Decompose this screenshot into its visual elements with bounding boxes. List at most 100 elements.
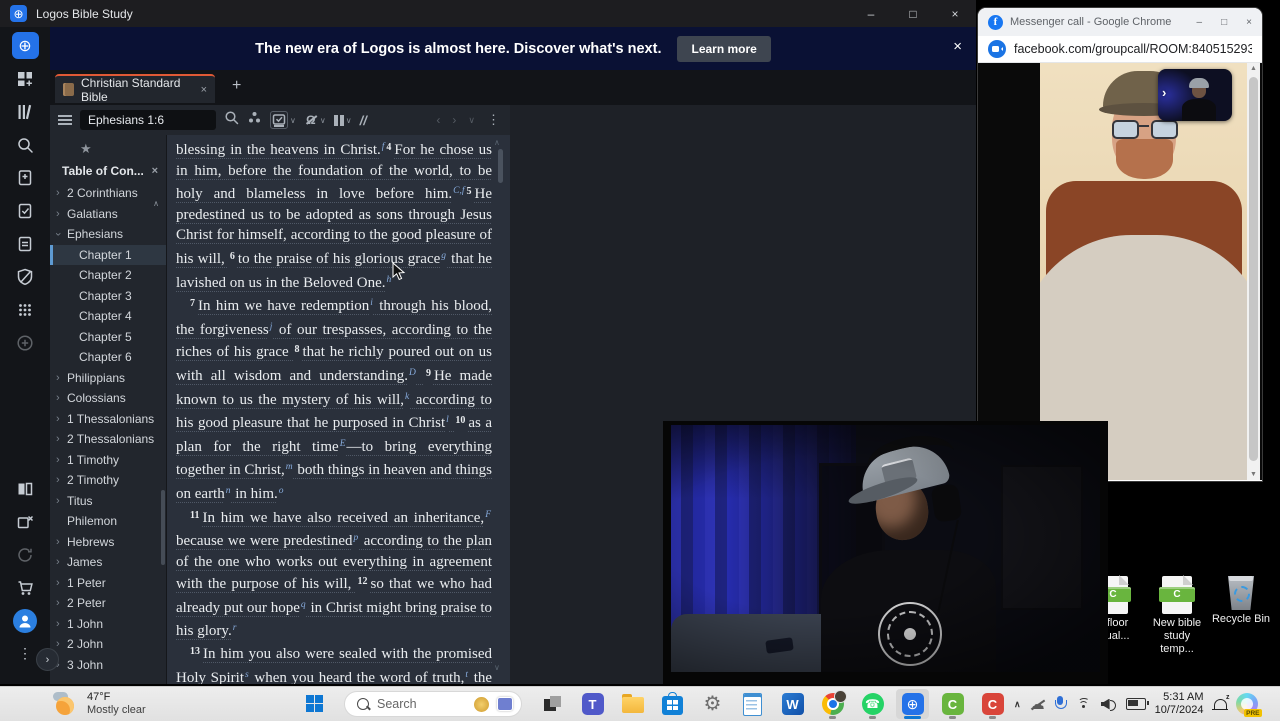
toc-item-chapter-6[interactable]: Chapter 6 [50,347,166,368]
toc-item-philemon[interactable]: Philemon [50,511,166,532]
toc-item-2-peter[interactable]: › 2 Peter [50,593,166,614]
footnote-marker[interactable]: s [245,670,249,680]
chrome-url-bar[interactable]: facebook.com/groupcall/ROOM:840515293... [978,36,1262,63]
minimize-button[interactable]: – [850,0,892,27]
toc-item-1-peter[interactable]: › 1 Peter [50,573,166,594]
bookmarks-tab-icon[interactable]: ★ [80,141,92,157]
toc-item-2-john[interactable]: › 2 John [50,634,166,655]
toc-item-hebrews[interactable]: › Hebrews [50,532,166,553]
text-display-dropdown-icon[interactable]: ∨ [320,116,326,125]
footnote-marker[interactable]: m [286,462,293,472]
footnote-marker[interactable]: h [387,275,392,285]
collapsed-arrow-icon[interactable]: › [56,614,60,635]
toc-item-1-thessalonians[interactable]: › 1 Thessalonians [50,409,166,430]
tab-christian-standard-bible[interactable]: Christian Standard Bible × [55,74,215,104]
account-avatar[interactable] [13,608,37,633]
taskbar-task-view[interactable] [536,689,569,719]
toc-item-galatians[interactable]: › Galatians [50,204,166,225]
taskbar-teams[interactable]: T [576,689,609,719]
history-back-icon[interactable]: ‹ [436,113,440,127]
footnote-marker[interactable]: r [233,623,237,633]
panel-menu-icon[interactable] [58,115,72,125]
sidebar-expander-button[interactable]: › [36,648,59,671]
toc-item-1-timothy[interactable]: › 1 Timothy [50,450,166,471]
self-view-collapse-icon[interactable]: › [1162,85,1166,100]
self-view-video[interactable] [1158,69,1232,121]
bible-text-pane[interactable]: blessing in the heavens in Christ.f 4 For … [167,135,510,684]
microphone-icon[interactable] [1054,696,1067,712]
footnote-marker[interactable]: t [465,670,468,680]
collapsed-arrow-icon[interactable]: › [56,470,60,491]
toc-item-1-john[interactable]: › 1 John [50,614,166,635]
toc-item-colossians[interactable]: › Colossians [50,388,166,409]
search-icon[interactable] [0,128,50,161]
history-dropdown-icon[interactable]: ∨ [468,115,475,126]
columns-icon[interactable] [333,114,344,126]
logos-home-icon[interactable]: ⊕ [11,32,39,59]
toc-item-3-john[interactable]: ›3 John [50,655,166,676]
text-scroll-up-icon[interactable]: ∧ [494,138,500,147]
toc-scrollbar-thumb[interactable] [161,490,165,565]
panel-search-icon[interactable] [224,110,239,130]
toc-item-2-timothy[interactable]: › 2 Timothy [50,470,166,491]
toc-item-chapter-3[interactable]: Chapter 3 [50,286,166,307]
preview-off-icon[interactable] [0,260,50,293]
columns-dropdown-icon[interactable]: ∨ [346,116,352,125]
taskbar-logos[interactable]: ⊕ [896,689,929,719]
library-icon[interactable] [0,95,50,128]
collapsed-arrow-icon[interactable]: › [56,388,60,409]
collapsed-arrow-icon[interactable]: › [56,409,60,430]
taskbar-file-explorer[interactable] [616,689,649,719]
visual-filter-icon[interactable] [270,111,288,129]
new-tab-button[interactable]: + [232,77,241,95]
collapsed-arrow-icon[interactable]: › [56,183,60,204]
footnote-marker[interactable]: C,f [453,186,464,196]
toc-close-icon[interactable]: × [152,165,158,177]
panels-layout-icon[interactable] [0,472,50,505]
toc-item-ephesians[interactable]: › Ephesians [50,224,166,245]
toc-item-titus[interactable]: › Titus [50,491,166,512]
taskbar-camtasia-red[interactable]: C [976,689,1009,719]
history-forward-icon[interactable]: › [452,113,456,127]
taskbar-chrome[interactable] [816,689,849,719]
taskbar-camtasia-green[interactable]: C [936,689,969,719]
text-display-icon[interactable]: Ω [304,113,318,127]
desktop-icon-camtasia-2[interactable]: C New bible study temp... [1146,575,1208,656]
chrome-close-button[interactable]: × [1246,17,1252,28]
volume-icon[interactable] [1101,698,1117,711]
collapsed-arrow-icon[interactable]: › [56,368,60,389]
banner-close-icon[interactable]: × [953,38,962,55]
footnote-marker[interactable]: g [441,251,446,261]
chrome-minimize-button[interactable]: – [1197,17,1203,28]
weather-widget[interactable]: 47°F Mostly clear [52,690,146,717]
document-icon[interactable] [0,227,50,260]
taskbar-search[interactable]: Search [344,691,522,717]
collapsed-arrow-icon[interactable]: › [56,491,60,512]
toc-item-philippians[interactable]: › Philippians [50,368,166,389]
reference-input[interactable] [80,110,216,130]
footnote-marker[interactable]: q [301,600,306,610]
toc-item-james[interactable]: › James [50,552,166,573]
chrome-scrollbar[interactable]: ▲ ▼ [1247,63,1260,480]
taskbar-whatsapp[interactable]: ☎ [856,689,889,719]
toc-item-2-corinthians[interactable]: › 2 Corinthians [50,183,166,204]
start-button[interactable] [306,695,323,712]
maximize-button[interactable]: □ [892,0,934,27]
scroll-down-arrow-icon[interactable]: ▼ [1250,471,1257,478]
add-shortcut-icon[interactable] [0,326,50,359]
collapsed-arrow-icon[interactable]: › [56,532,60,553]
collapsed-arrow-icon[interactable]: › [56,593,60,614]
learn-more-button[interactable]: Learn more [677,35,771,62]
taskbar-microsoft-store[interactable] [656,689,689,719]
footnote-marker[interactable]: l [446,415,449,425]
expanded-arrow-icon[interactable]: › [50,232,68,236]
taskbar-word[interactable]: W [776,689,809,719]
wifi-icon[interactable] [1076,697,1092,711]
collapsed-arrow-icon[interactable]: › [56,450,60,471]
footnote-marker[interactable]: o [279,486,284,496]
collapsed-arrow-icon[interactable]: › [56,573,60,594]
onedrive-icon[interactable]: ☁ [1030,697,1045,712]
chrome-scrollbar-thumb[interactable] [1249,77,1258,461]
footnote-marker[interactable]: f [382,142,385,152]
apps-grid-icon[interactable] [0,293,50,326]
